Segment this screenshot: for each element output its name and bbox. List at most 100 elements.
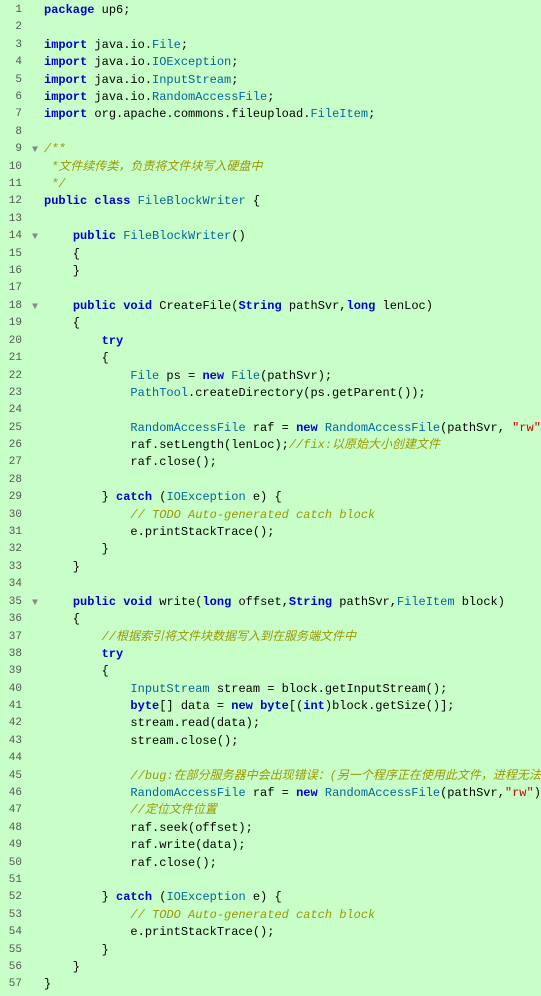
code-line-content: } bbox=[42, 559, 541, 576]
code-line-content: // TODO Auto-generated catch block bbox=[42, 907, 541, 924]
code-line-content: import java.io.RandomAccessFile; bbox=[42, 89, 541, 106]
line-number: 25 bbox=[0, 420, 28, 437]
line-number: 4 bbox=[0, 54, 28, 71]
table-row: 30 // TODO Auto-generated catch block bbox=[0, 507, 541, 524]
code-line-content: package up6; bbox=[42, 2, 541, 19]
code-line-content bbox=[42, 472, 541, 489]
code-editor: 1 package up6; 2 3import java.io.File;4 imp… bbox=[0, 0, 541, 996]
line-number: 48 bbox=[0, 820, 28, 837]
line-number: 35 bbox=[0, 594, 28, 611]
code-line-content: RandomAccessFile raf = new RandomAccessF… bbox=[42, 785, 541, 802]
line-number: 7 bbox=[0, 106, 28, 123]
code-line-content: e.printStackTrace(); bbox=[42, 524, 541, 541]
line-number: 38 bbox=[0, 646, 28, 663]
line-number: 37 bbox=[0, 629, 28, 646]
table-row: 2 bbox=[0, 19, 541, 36]
code-line-content: } bbox=[42, 263, 541, 280]
line-number: 9 bbox=[0, 141, 28, 158]
line-number: 8 bbox=[0, 124, 28, 141]
line-number: 15 bbox=[0, 246, 28, 263]
line-number: 27 bbox=[0, 454, 28, 471]
line-number: 5 bbox=[0, 72, 28, 89]
table-row: 46 RandomAccessFile raf = new RandomAcce… bbox=[0, 785, 541, 802]
code-line-content: */ bbox=[42, 176, 541, 193]
table-row: 40 InputStream stream = block.getInputSt… bbox=[0, 681, 541, 698]
line-number: 31 bbox=[0, 524, 28, 541]
line-number: 39 bbox=[0, 663, 28, 680]
table-row: 32 } bbox=[0, 541, 541, 558]
table-row: 25 RandomAccessFile raf = new RandomAcce… bbox=[0, 420, 541, 437]
code-line-content: PathTool.createDirectory(ps.getParent())… bbox=[42, 385, 541, 402]
line-number: 23 bbox=[0, 385, 28, 402]
fold-marker[interactable]: ▼ bbox=[28, 594, 42, 612]
table-row: 24 bbox=[0, 402, 541, 419]
code-line-content: // TODO Auto-generated catch block bbox=[42, 507, 541, 524]
fold-marker[interactable]: ▼ bbox=[28, 141, 42, 159]
code-line-content: public FileBlockWriter() bbox=[42, 228, 541, 245]
code-line-content: raf.seek(offset); bbox=[42, 820, 541, 837]
code-line-content: { bbox=[42, 246, 541, 263]
table-row: 14▼ public FileBlockWriter() bbox=[0, 228, 541, 246]
table-row: 11 */ bbox=[0, 176, 541, 193]
table-row: 52 } catch (IOException e) { bbox=[0, 889, 541, 906]
table-row: 19 { bbox=[0, 315, 541, 332]
code-line-content bbox=[42, 124, 541, 141]
code-line-content: //定位文件位置 bbox=[42, 802, 541, 819]
fold-marker[interactable]: ▼ bbox=[28, 298, 42, 316]
table-row: 51 bbox=[0, 872, 541, 889]
code-line-content: try bbox=[42, 646, 541, 663]
table-row: 21 { bbox=[0, 350, 541, 367]
code-line-content: raf.close(); bbox=[42, 855, 541, 872]
table-row: 47 //定位文件位置 bbox=[0, 802, 541, 819]
table-row: 31 e.printStackTrace(); bbox=[0, 524, 541, 541]
table-row: 3import java.io.File; bbox=[0, 37, 541, 54]
table-row: 41 byte[] data = new byte[(int)block.get… bbox=[0, 698, 541, 715]
line-number: 20 bbox=[0, 333, 28, 350]
line-number: 29 bbox=[0, 489, 28, 506]
code-line-content: raf.close(); bbox=[42, 454, 541, 471]
line-number: 50 bbox=[0, 855, 28, 872]
table-row: 13 bbox=[0, 211, 541, 228]
line-number: 11 bbox=[0, 176, 28, 193]
table-row: 5import java.io.InputStream; bbox=[0, 72, 541, 89]
table-row: 39 { bbox=[0, 663, 541, 680]
table-row: 29 } catch (IOException e) { bbox=[0, 489, 541, 506]
table-row: 9▼/** bbox=[0, 141, 541, 159]
code-line-content: public class FileBlockWriter { bbox=[42, 193, 541, 210]
table-row: 12 public class FileBlockWriter { bbox=[0, 193, 541, 210]
table-row: 43 stream.close(); bbox=[0, 733, 541, 750]
line-number: 43 bbox=[0, 733, 28, 750]
line-number: 2 bbox=[0, 19, 28, 36]
code-line-content: public void CreateFile(String pathSvr,lo… bbox=[42, 298, 541, 315]
line-number: 44 bbox=[0, 750, 28, 767]
table-row: 42 stream.read(data); bbox=[0, 715, 541, 732]
table-row: 17 bbox=[0, 280, 541, 297]
code-line-content: import java.io.File; bbox=[42, 37, 541, 54]
code-line-content bbox=[42, 280, 541, 297]
table-row: 44 bbox=[0, 750, 541, 767]
table-row: 22 File ps = new File(pathSvr); bbox=[0, 368, 541, 385]
line-number: 36 bbox=[0, 611, 28, 628]
code-line-content bbox=[42, 402, 541, 419]
table-row: 38 try bbox=[0, 646, 541, 663]
table-row: 45 //bug:在部分服务器中会出现错误：(另一个程序正在使用此文件，进程无法… bbox=[0, 768, 541, 785]
table-row: 48 raf.seek(offset); bbox=[0, 820, 541, 837]
table-row: 6import java.io.RandomAccessFile; bbox=[0, 89, 541, 106]
table-row: 37 //根据索引将文件块数据写入到在服务端文件中 bbox=[0, 629, 541, 646]
table-row: 49 raf.write(data); bbox=[0, 837, 541, 854]
line-number: 53 bbox=[0, 907, 28, 924]
line-number: 34 bbox=[0, 576, 28, 593]
code-line-content: } bbox=[42, 976, 541, 993]
line-number: 55 bbox=[0, 942, 28, 959]
line-number: 1 bbox=[0, 2, 28, 19]
code-line-content bbox=[42, 19, 541, 36]
line-number: 45 bbox=[0, 768, 28, 785]
line-number: 24 bbox=[0, 402, 28, 419]
table-row: 53 // TODO Auto-generated catch block bbox=[0, 907, 541, 924]
code-line-content: import org.apache.commons.fileupload.Fil… bbox=[42, 106, 541, 123]
table-row: 57} bbox=[0, 976, 541, 993]
code-line-content: } catch (IOException e) { bbox=[42, 489, 541, 506]
line-number: 12 bbox=[0, 193, 28, 210]
code-line-content: InputStream stream = block.getInputStrea… bbox=[42, 681, 541, 698]
fold-marker[interactable]: ▼ bbox=[28, 228, 42, 246]
